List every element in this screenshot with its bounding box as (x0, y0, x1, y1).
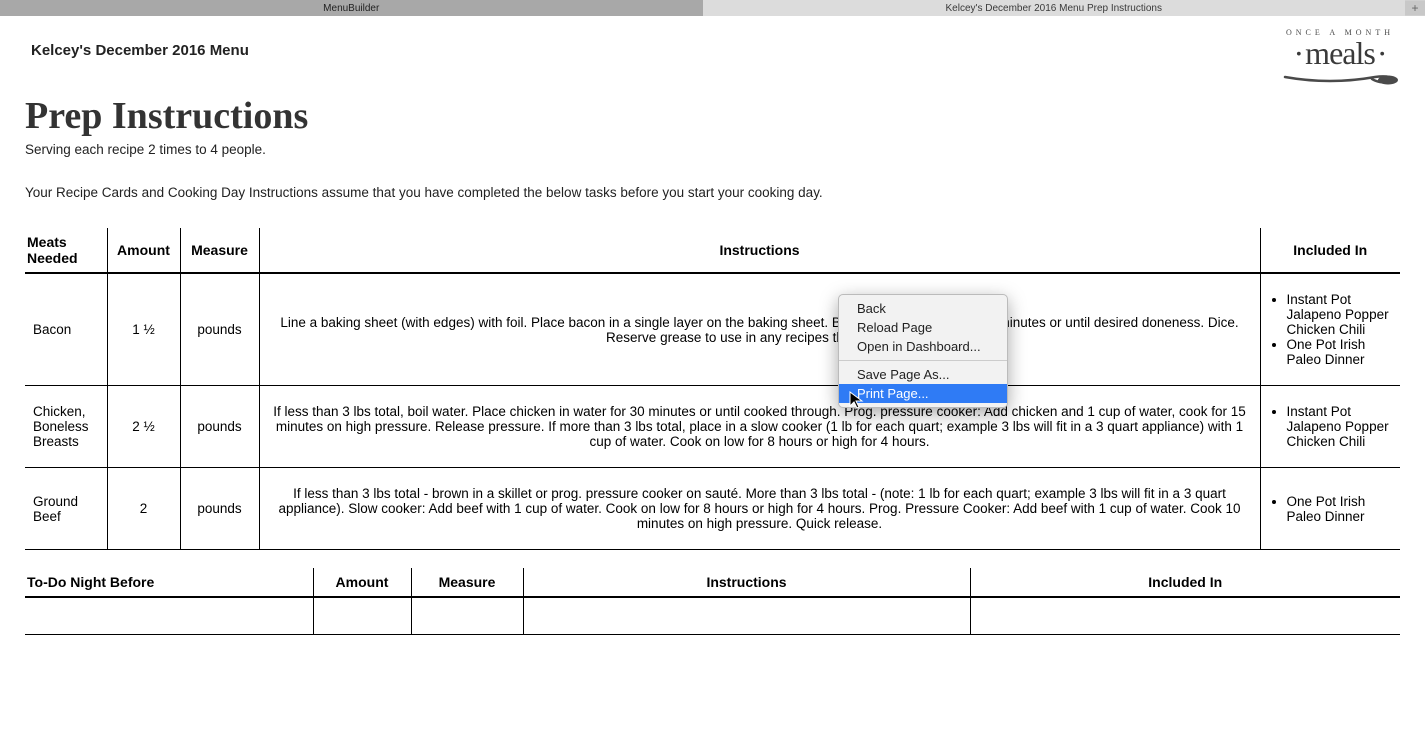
header-todo: To-Do Night Before (25, 568, 313, 597)
cell-included: Instant Pot Jalapeno Popper Chicken Chil… (1260, 386, 1400, 468)
serving-text: Serving each recipe 2 times to 4 people. (25, 142, 1400, 157)
logo-text: meals (1280, 37, 1400, 69)
context-menu: BackReload PageOpen in Dashboard... Save… (838, 294, 1008, 408)
spoon-icon (1280, 71, 1400, 87)
header-amount: Amount (107, 228, 180, 273)
meats-table: Meats Needed Amount Measure Instructions… (25, 228, 1400, 550)
context-menu-item[interactable]: Save Page As... (839, 365, 1007, 384)
list-item: Instant Pot Jalapeno Popper Chicken Chil… (1287, 404, 1393, 449)
cell-instructions: If less than 3 lbs total - brown in a sk… (259, 468, 1260, 550)
header-included: Included In (1260, 228, 1400, 273)
context-menu-item[interactable]: Back (839, 299, 1007, 318)
todo-table: To-Do Night Before Amount Measure Instru… (25, 568, 1400, 635)
table-row: Ground Beef2poundsIf less than 3 lbs tot… (25, 468, 1400, 550)
header-meats: Meats Needed (25, 228, 107, 273)
cell-name: Ground Beef (25, 468, 107, 550)
tab-bar: MenuBuilder Kelcey's December 2016 Menu … (0, 0, 1425, 16)
cell-amount: 1 ½ (107, 273, 180, 386)
cell-measure: pounds (180, 386, 259, 468)
cell-included: Instant Pot Jalapeno Popper Chicken Chil… (1260, 273, 1400, 386)
cell-included: One Pot Irish Paleo Dinner (1260, 468, 1400, 550)
cell-name: Chicken, Boneless Breasts (25, 386, 107, 468)
table-row (25, 597, 1400, 635)
context-menu-separator (839, 360, 1007, 361)
page-content: ONCE A MONTH meals Kelcey's December 201… (0, 16, 1425, 655)
list-item: Instant Pot Jalapeno Popper Chicken Chil… (1287, 292, 1393, 337)
logo: ONCE A MONTH meals (1280, 28, 1400, 92)
header-included2: Included In (970, 568, 1400, 597)
context-menu-item[interactable]: Reload Page (839, 318, 1007, 337)
cell-instructions: If less than 3 lbs total, boil water. Pl… (259, 386, 1260, 468)
header-measure: Measure (180, 228, 259, 273)
header-instructions: Instructions (259, 228, 1260, 273)
cell-instructions: Line a baking sheet (with edges) with fo… (259, 273, 1260, 386)
page-title: Prep Instructions (25, 94, 1400, 138)
tab-menubuilder[interactable]: MenuBuilder (0, 0, 703, 16)
cell-name: Bacon (25, 273, 107, 386)
header-amount2: Amount (313, 568, 411, 597)
header-measure2: Measure (411, 568, 523, 597)
tab-prep-instructions[interactable]: Kelcey's December 2016 Menu Prep Instruc… (703, 0, 1406, 16)
header-instructions2: Instructions (523, 568, 970, 597)
list-item: One Pot Irish Paleo Dinner (1287, 337, 1393, 367)
tab-add-button[interactable]: + (1405, 1, 1425, 15)
context-menu-item[interactable]: Print Page... (839, 384, 1007, 403)
cell-amount: 2 ½ (107, 386, 180, 468)
cell-measure: pounds (180, 468, 259, 550)
cell-measure: pounds (180, 273, 259, 386)
table-row: Bacon1 ½poundsLine a baking sheet (with … (25, 273, 1400, 386)
cell-amount: 2 (107, 468, 180, 550)
menu-name: Kelcey's December 2016 Menu (31, 42, 1400, 59)
context-menu-item[interactable]: Open in Dashboard... (839, 337, 1007, 356)
assume-text: Your Recipe Cards and Cooking Day Instru… (25, 185, 1400, 200)
list-item: One Pot Irish Paleo Dinner (1287, 494, 1393, 524)
table-row: Chicken, Boneless Breasts2 ½poundsIf les… (25, 386, 1400, 468)
